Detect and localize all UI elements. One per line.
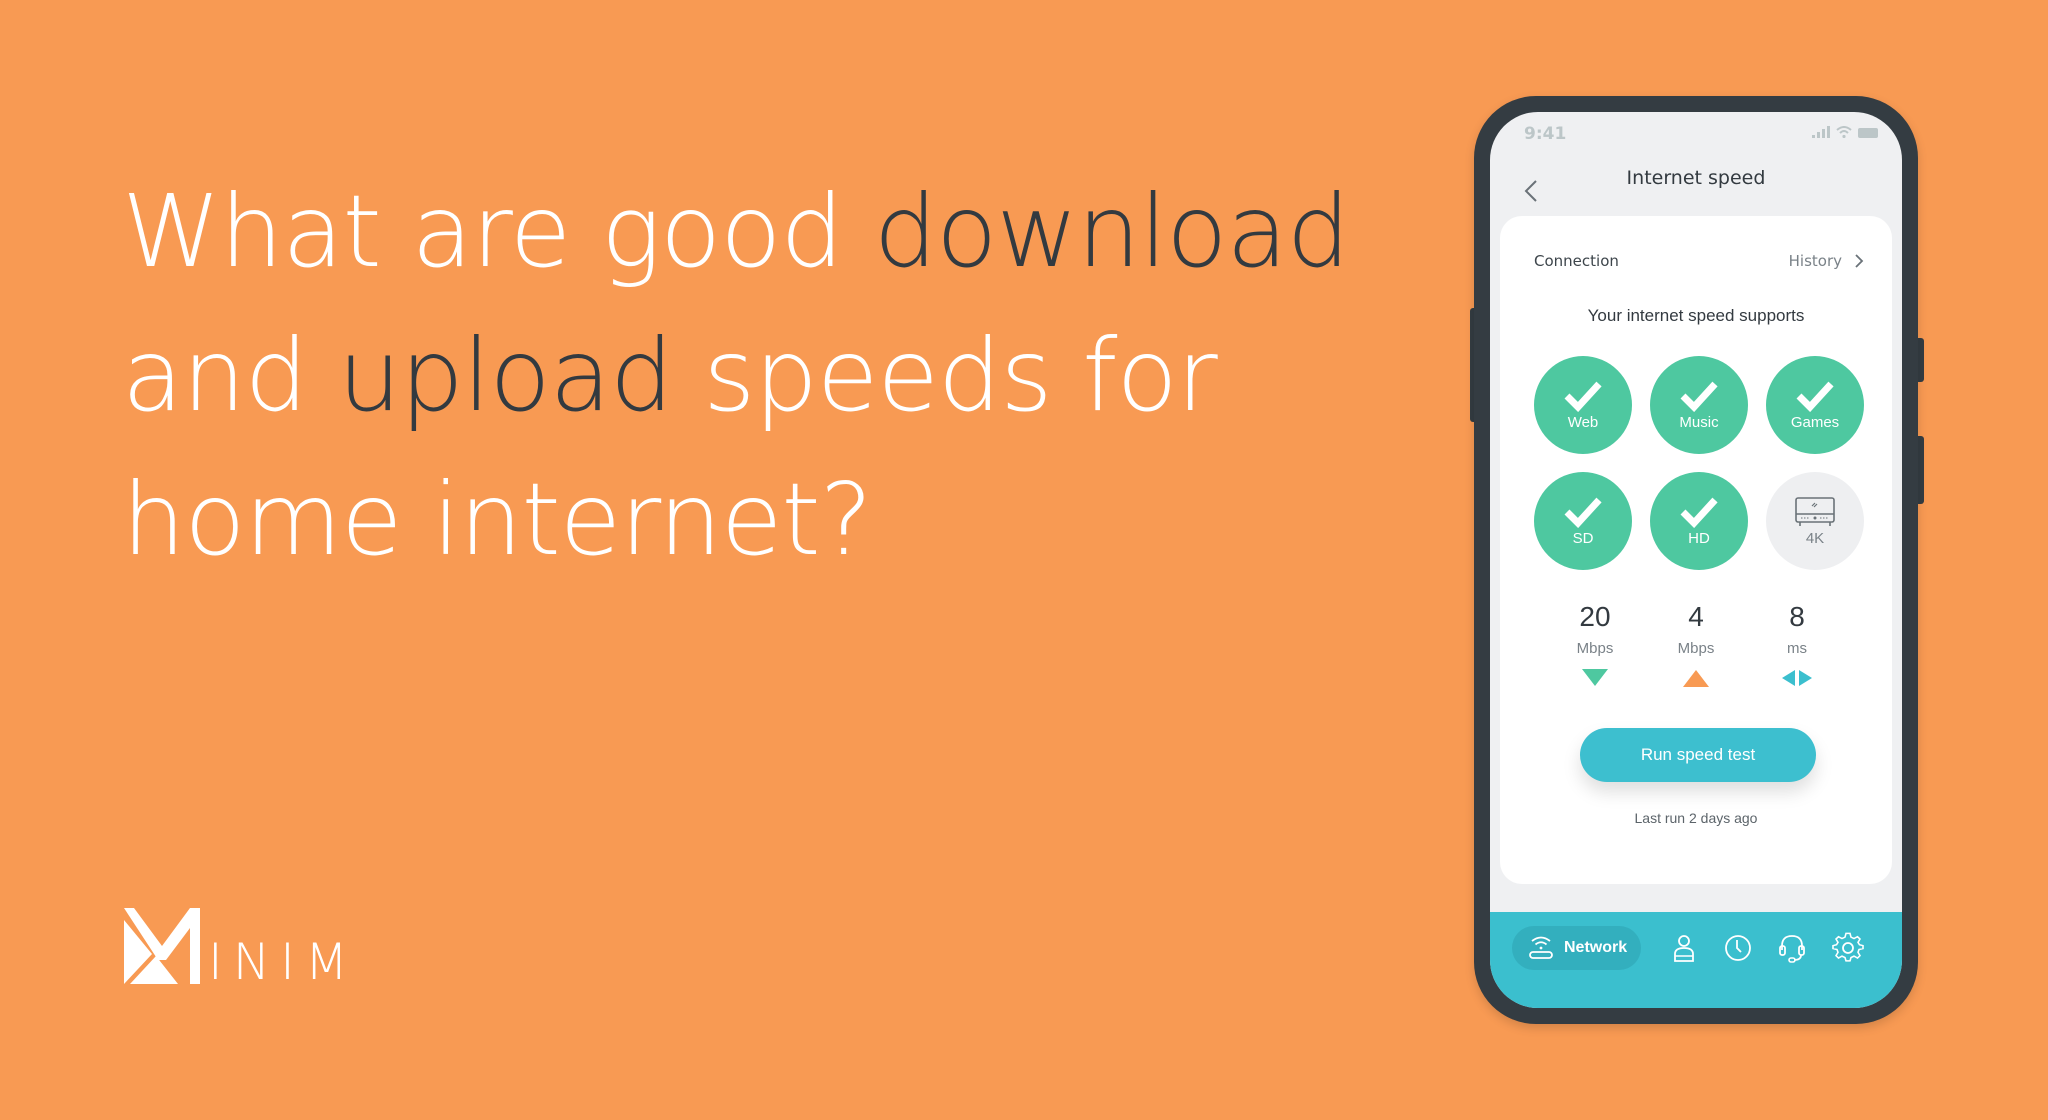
- activity-games: Games: [1766, 356, 1864, 454]
- check-icon: [1796, 381, 1834, 412]
- headline-text: and: [122, 317, 338, 434]
- chevron-right-icon: [1855, 254, 1864, 268]
- activity-label: SD: [1572, 529, 1594, 547]
- check-icon: [1564, 497, 1602, 528]
- status-bar: 9:41: [1490, 112, 1902, 162]
- headline: What are good download and upload speeds…: [122, 160, 1422, 592]
- upload-triangle-icon: [1683, 670, 1709, 687]
- connection-label: Connection: [1534, 252, 1619, 270]
- activity-music: Music: [1650, 356, 1748, 454]
- bottom-tab-bar: Network: [1490, 912, 1902, 1008]
- headline-emphasis-upload: upload: [337, 317, 674, 434]
- page-title: Internet speed: [1626, 167, 1766, 189]
- headline-text: speeds for: [672, 317, 1218, 434]
- tab-support[interactable]: [1776, 932, 1808, 964]
- activity-label: 4K: [1805, 529, 1825, 547]
- metric-upload: 4 Mbps: [1651, 600, 1741, 687]
- check-icon: [1680, 381, 1718, 412]
- latency-unit: ms: [1787, 640, 1807, 657]
- latency-arrows-icon: [1782, 670, 1812, 686]
- signal-icon: [1812, 126, 1830, 138]
- activity-hd: HD: [1650, 472, 1748, 570]
- logo-text: INIM: [208, 933, 359, 991]
- history-label: History: [1788, 252, 1842, 270]
- phone-screen: 9:41 Internet speed Connection History Y…: [1490, 112, 1902, 1008]
- activity-4k: 4K: [1766, 472, 1864, 570]
- headline-text: What are good: [122, 173, 874, 290]
- clock-icon: [1725, 935, 1751, 961]
- tv-icon: [1795, 496, 1835, 526]
- speed-card: Connection History Your internet speed s…: [1500, 216, 1892, 884]
- metric-latency: 8 ms: [1752, 600, 1842, 687]
- gear-icon: [1832, 932, 1864, 962]
- download-value: 20: [1579, 601, 1611, 632]
- history-link[interactable]: History: [1789, 252, 1864, 270]
- check-icon: [1680, 497, 1718, 528]
- speed-metrics: 20 Mbps 4 Mbps 8 ms: [1550, 600, 1842, 687]
- upload-value: 4: [1688, 601, 1704, 632]
- router-wifi-icon: [1529, 936, 1553, 959]
- headline-emphasis-download: download: [873, 173, 1351, 290]
- battery-icon: [1858, 128, 1878, 138]
- headline-line-1: What are good download: [122, 160, 1422, 304]
- run-speed-test-button[interactable]: Run speed test: [1580, 728, 1816, 782]
- person-icon: [1674, 935, 1694, 962]
- activity-sd: SD: [1534, 472, 1632, 570]
- next-section-heading-peek: [1534, 900, 1734, 910]
- download-triangle-icon: [1582, 669, 1608, 686]
- status-time: 9:41: [1524, 124, 1567, 144]
- wifi-icon: [1836, 126, 1852, 138]
- headset-icon: [1779, 935, 1805, 963]
- upload-unit: Mbps: [1677, 640, 1715, 657]
- tab-settings[interactable]: [1832, 932, 1864, 964]
- minim-logo: INIM: [122, 906, 359, 991]
- tab-network-label: Network: [1564, 939, 1628, 956]
- headline-text: home internet?: [122, 461, 873, 578]
- status-icons: [1812, 126, 1880, 138]
- activity-web: Web: [1534, 356, 1632, 454]
- activity-label: Games: [1790, 413, 1840, 431]
- headline-line-3: home internet?: [122, 448, 1422, 592]
- last-run-text: Last run 2 days ago: [1634, 810, 1758, 826]
- download-unit: Mbps: [1576, 640, 1614, 657]
- phone-mockup: 9:41 Internet speed Connection History Y…: [1474, 96, 1918, 1024]
- tab-history[interactable]: [1722, 932, 1754, 964]
- activity-grid: Web Music Games SD HD 4K: [1534, 356, 1864, 570]
- minim-m-logo-icon: [124, 908, 200, 984]
- check-icon: [1564, 381, 1602, 412]
- supports-title: Your internet speed supports: [1587, 306, 1805, 325]
- card-header: Connection History: [1534, 252, 1864, 270]
- tab-profile[interactable]: [1668, 932, 1700, 964]
- metric-download: 20 Mbps: [1550, 600, 1640, 687]
- headline-line-2: and upload speeds for: [122, 304, 1422, 448]
- activity-label: Web: [1567, 413, 1599, 431]
- latency-value: 8: [1789, 601, 1805, 632]
- activity-label: HD: [1688, 529, 1710, 547]
- activity-label: Music: [1679, 413, 1719, 431]
- tab-network[interactable]: Network: [1512, 926, 1642, 970]
